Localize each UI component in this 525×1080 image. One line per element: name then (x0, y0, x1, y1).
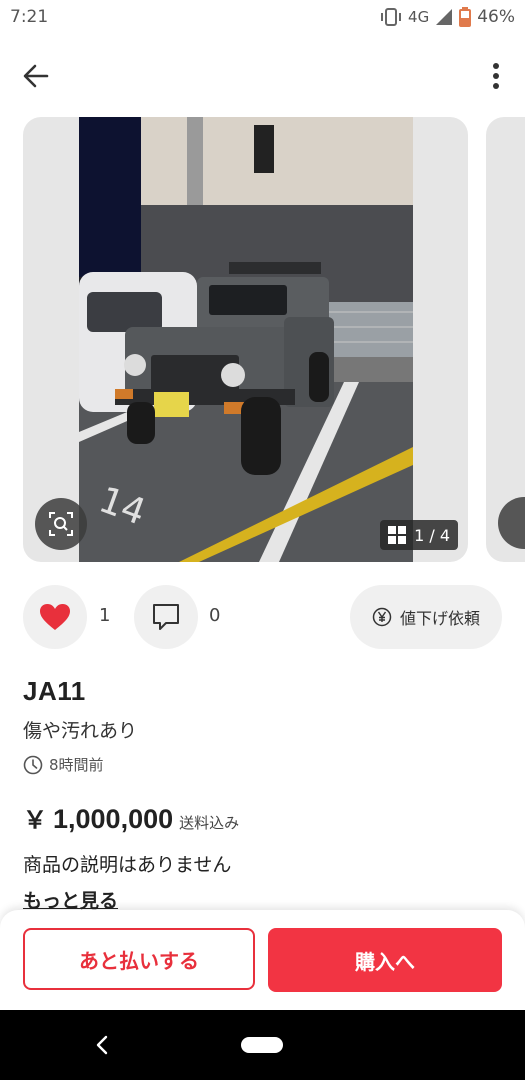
buy-button[interactable]: 購入へ (268, 928, 502, 992)
item-title: JA11 (23, 676, 86, 706)
image-carousel[interactable]: 14 1 / 4 (0, 117, 525, 562)
bottom-action-bar: あと払いする 購入へ (0, 910, 525, 1010)
image-counter-text: 1 / 4 (414, 525, 450, 545)
arrow-left-icon (23, 64, 49, 88)
status-icons: 4G 46% (380, 7, 515, 27)
like-button[interactable] (23, 585, 87, 649)
currency-symbol: ￥ (23, 806, 47, 834)
system-nav-bar (0, 1010, 525, 1080)
posted-time-text: 8時間前 (49, 756, 104, 774)
yen-circle-icon (372, 607, 392, 627)
item-condition: 傷や汚れあり (23, 720, 138, 742)
status-time: 7:21 (10, 7, 49, 27)
app-bar (0, 40, 525, 112)
price-request-label: 値下げ依頼 (399, 609, 480, 628)
clock-icon (23, 755, 43, 774)
pay-later-button[interactable]: あと払いする (23, 928, 255, 990)
chevron-left-icon (96, 1035, 108, 1055)
comment-count: 0 (209, 605, 221, 626)
posted-time: 8時間前 (23, 754, 104, 775)
vibrate-icon (381, 8, 402, 26)
item-price: ￥ 1,000,000 送料込み (23, 800, 239, 835)
like-count: 1 (99, 605, 111, 626)
comment-button[interactable] (134, 585, 198, 649)
jeep-photo-image: 14 (79, 117, 413, 562)
zoom-search-icon (49, 512, 73, 536)
engagement-bar: 1 0 値下げ依頼 (0, 585, 525, 651)
image-slide[interactable]: 14 1 / 4 (23, 117, 468, 562)
grid-icon (388, 526, 407, 544)
signal-icon (436, 9, 453, 25)
heart-icon (40, 604, 70, 630)
system-home-pill[interactable] (241, 1037, 283, 1053)
shipping-label: 送料込み (179, 814, 240, 832)
battery-icon (459, 7, 472, 27)
network-type: 4G (408, 8, 430, 26)
product-photo[interactable]: 14 (79, 117, 413, 562)
system-back-button[interactable] (88, 1028, 116, 1062)
item-description: 商品の説明はありません (23, 854, 232, 876)
more-options-button[interactable] (481, 56, 511, 96)
comment-icon (153, 604, 179, 630)
price-request-button[interactable]: 値下げ依頼 (350, 585, 502, 649)
back-button[interactable] (14, 56, 58, 96)
price-amount: 1,000,000 (53, 804, 174, 834)
show-more-link[interactable]: もっと見る (23, 886, 118, 913)
status-bar: 7:21 4G 46% (0, 0, 525, 36)
next-image-slide[interactable] (486, 117, 525, 562)
zoom-button[interactable] (35, 498, 87, 550)
battery-percent: 46% (477, 7, 515, 27)
more-vert-icon (493, 63, 499, 89)
image-counter[interactable]: 1 / 4 (380, 520, 458, 550)
